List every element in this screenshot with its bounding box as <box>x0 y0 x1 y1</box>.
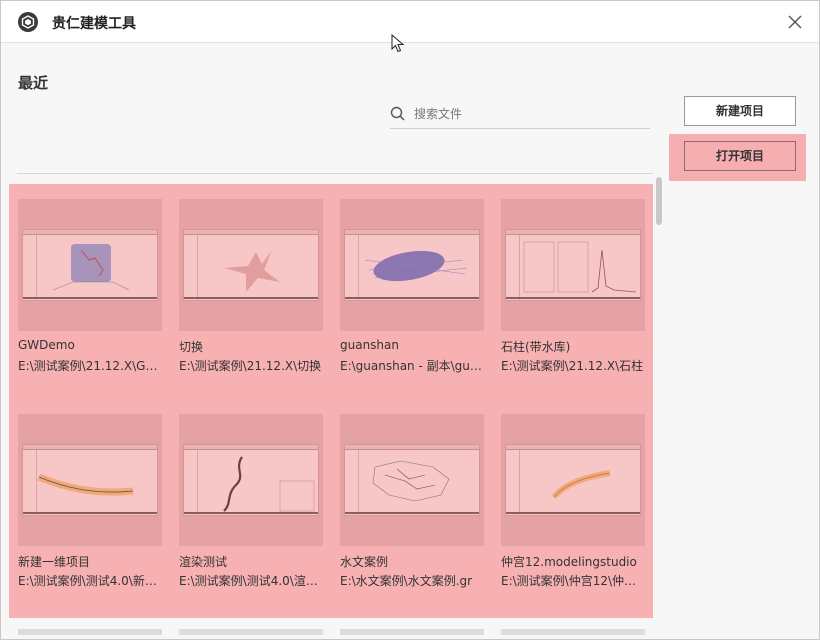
thumbnail-screenshot <box>505 229 641 301</box>
search-icon <box>390 106 405 121</box>
search-input[interactable] <box>414 103 644 125</box>
window-title: 贵仁建模工具 <box>52 16 136 32</box>
thumbnail-screenshot <box>22 444 158 516</box>
next-row-thumbnail <box>501 629 645 635</box>
scrollbar-track[interactable] <box>655 174 663 629</box>
project-name: 水文案例 <box>340 555 389 569</box>
project-thumbnail[interactable] <box>501 199 645 331</box>
app-logo-icon <box>18 12 38 32</box>
project-thumbnail[interactable] <box>18 199 162 331</box>
thumbnail-screenshot <box>505 444 641 516</box>
project-path: E:\测试案例\测试4.0\渲染测试 <box>179 574 324 588</box>
app-window: 贵仁建模工具 最近 新建项目 打开项目 <box>0 0 820 640</box>
scrollbar-thumb[interactable] <box>656 177 662 225</box>
project-path: E:\测试案例\测试4.0\新建一维项目 <box>18 574 163 588</box>
project-path: E:\水文案例\水文案例.gr <box>340 574 473 588</box>
project-name: 新建一维项目 <box>18 555 91 569</box>
project-path: E:\测试案例\仲宫12\仲宫12 <box>501 574 646 588</box>
recent-heading: 最近 <box>18 74 49 92</box>
project-thumbnail[interactable] <box>18 414 162 546</box>
project-thumbnail[interactable] <box>340 199 484 331</box>
project-path: E:\测试案例\21.12.X\切换 <box>179 359 322 373</box>
close-button[interactable] <box>783 10 807 34</box>
project-name: guanshan <box>340 338 399 352</box>
project-name: GWDemo <box>18 338 75 352</box>
project-thumbnail[interactable] <box>179 414 323 546</box>
project-name: 石柱(带水库) <box>501 340 571 354</box>
project-thumbnail[interactable] <box>501 414 645 546</box>
mouse-pointer-icon <box>391 34 405 53</box>
project-thumbnail[interactable] <box>179 199 323 331</box>
project-thumbnail[interactable] <box>340 414 484 546</box>
project-name: 切换 <box>179 340 204 354</box>
thumbnail-screenshot <box>183 444 319 516</box>
thumbnail-screenshot <box>22 229 158 301</box>
project-name: 仲宫12.modelingstudio <box>501 555 637 569</box>
next-row-thumbnail <box>340 629 484 635</box>
close-icon[interactable] <box>787 14 803 30</box>
project-path: E:\测试案例\21.12.X\GWDemo <box>18 359 163 373</box>
next-row-thumbnail <box>18 629 162 635</box>
next-row-thumbnail <box>179 629 323 635</box>
thumbnail-screenshot <box>344 229 480 301</box>
header-divider <box>17 173 653 174</box>
project-path: E:\测试案例\21.12.X\石柱 <box>501 359 644 373</box>
search-box[interactable] <box>390 99 650 129</box>
project-path: E:\guanshan - 副本\guanshan <box>340 359 485 373</box>
thumbnail-screenshot <box>344 444 480 516</box>
title-bar: 贵仁建模工具 <box>1 1 819 43</box>
thumbnail-screenshot <box>183 229 319 301</box>
new-project-button[interactable]: 新建项目 <box>684 96 796 126</box>
project-name: 渲染测试 <box>179 555 228 569</box>
open-project-button[interactable]: 打开项目 <box>684 141 796 171</box>
